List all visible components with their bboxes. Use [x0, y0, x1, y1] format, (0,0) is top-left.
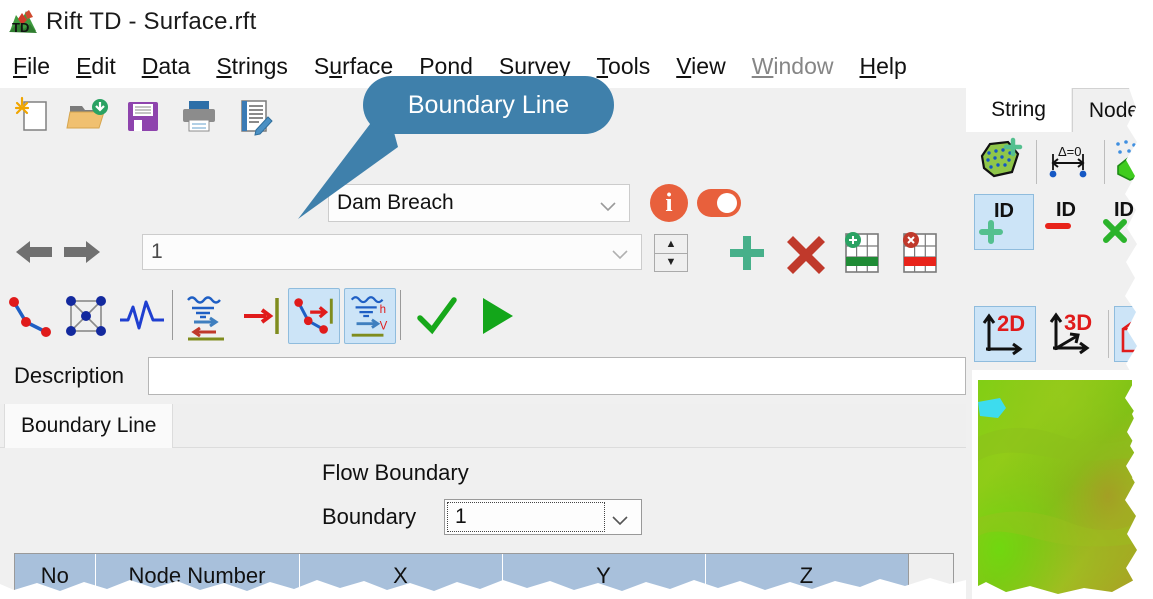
side-panel: String Node Δ=0 ID ID ID 2D 3D — [966, 88, 1153, 599]
menu-tools[interactable]: Tools — [584, 53, 664, 80]
tab-strip: Boundary Line — [0, 404, 966, 448]
app-terrain-icon: TD — [8, 9, 38, 35]
svg-text:Δ=0: Δ=0 — [1058, 144, 1082, 159]
chevron-down-icon — [599, 196, 617, 220]
info-button[interactable]: i — [650, 184, 688, 222]
description-row: Description — [0, 357, 966, 399]
toolbar-separator — [400, 290, 401, 340]
flow-arrow-boundary-icon[interactable] — [236, 288, 288, 344]
index-stepper[interactable]: ▲ ▼ — [654, 234, 688, 272]
svg-text:ID: ID — [994, 200, 1014, 222]
polyline-string-icon[interactable] — [4, 288, 56, 344]
menu-view[interactable]: View — [663, 53, 738, 80]
add-row-icon[interactable] — [841, 230, 883, 281]
boundary-combo[interactable]: 1 — [444, 499, 642, 535]
menu-data[interactable]: Data — [129, 53, 204, 80]
add-item-button[interactable] — [724, 230, 770, 281]
stage-discharge-hv-icon[interactable]: h V — [344, 288, 396, 344]
flow-boundary-title: Flow Boundary — [322, 460, 469, 485]
application-window: TD Rift TD - Surface.rft File Edit Data … — [0, 0, 1153, 599]
open-folder-icon[interactable] — [64, 94, 112, 138]
svg-text:TD: TD — [12, 20, 29, 35]
id-add-icon[interactable]: ID — [974, 194, 1034, 250]
boundary-value: 1 — [455, 505, 467, 528]
main-content-pane: Dam Breach i 1 ▲ ▼ h V Description Bound… — [0, 88, 966, 599]
title-bar: TD Rift TD - Surface.rft — [0, 0, 1153, 44]
chevron-down-icon — [611, 510, 629, 534]
delta-measure-icon[interactable]: Δ=0 — [1042, 136, 1098, 188]
menu-file[interactable]: File — [0, 53, 63, 80]
panel-separator — [1036, 140, 1037, 184]
svg-text:2D: 2D — [997, 311, 1025, 336]
run-play-icon[interactable] — [470, 288, 522, 344]
description-label: Description — [14, 363, 125, 388]
triangulation-icon[interactable] — [60, 288, 112, 344]
focus-outline — [447, 502, 605, 532]
id-remove-icon[interactable]: ID — [1042, 194, 1098, 246]
remove-item-button[interactable] — [783, 230, 829, 281]
print-icon[interactable] — [176, 94, 224, 138]
boundary-line-icon[interactable] — [288, 288, 340, 344]
boundary-label: Boundary — [322, 504, 417, 529]
string-index-value: 1 — [151, 240, 163, 263]
nav-forward-button[interactable] — [60, 234, 104, 270]
menu-strings[interactable]: Strings — [203, 53, 301, 80]
torn-edge-right — [1125, 88, 1153, 599]
stepper-up-icon[interactable]: ▲ — [655, 235, 687, 254]
tooltip-text: Boundary Line — [407, 90, 570, 119]
view-2d-icon[interactable]: 2D — [974, 306, 1036, 362]
svg-text:V: V — [380, 320, 388, 332]
save-floppy-icon[interactable] — [120, 94, 168, 138]
menu-edit[interactable]: Edit — [63, 53, 129, 80]
stepper-down-icon[interactable]: ▼ — [655, 254, 687, 272]
window-title: Rift TD - Surface.rft — [46, 8, 257, 35]
new-document-icon[interactable] — [8, 94, 56, 138]
nav-back-button[interactable] — [12, 234, 56, 270]
string-index-combo[interactable]: 1 — [142, 234, 642, 270]
menu-help[interactable]: Help — [847, 53, 920, 80]
surface-points-add-icon[interactable] — [974, 136, 1030, 188]
toolbar-separator — [172, 290, 173, 340]
water-level-inflow-icon[interactable] — [180, 288, 232, 344]
delete-row-icon[interactable] — [899, 230, 941, 281]
tab-string[interactable]: String — [966, 88, 1071, 132]
torn-edge-bottom — [0, 578, 966, 599]
mode-toggle[interactable] — [697, 189, 741, 217]
description-input[interactable] — [148, 357, 966, 395]
profile-waveform-icon[interactable] — [116, 288, 168, 344]
svg-text:h: h — [380, 304, 386, 316]
edit-notes-icon[interactable] — [232, 94, 280, 138]
svg-text:3D: 3D — [1064, 310, 1092, 335]
tab-boundary-line[interactable]: Boundary Line — [4, 404, 174, 448]
chevron-down-icon — [611, 244, 629, 268]
apply-check-icon[interactable] — [410, 288, 462, 344]
panel-separator — [1104, 140, 1105, 184]
view-3d-icon[interactable]: 3D — [1042, 306, 1104, 362]
tooltip-callout: Boundary Line — [363, 76, 614, 134]
menu-window: Window — [751, 52, 834, 79]
panel-separator — [1108, 310, 1109, 358]
svg-text:ID: ID — [1056, 199, 1076, 221]
